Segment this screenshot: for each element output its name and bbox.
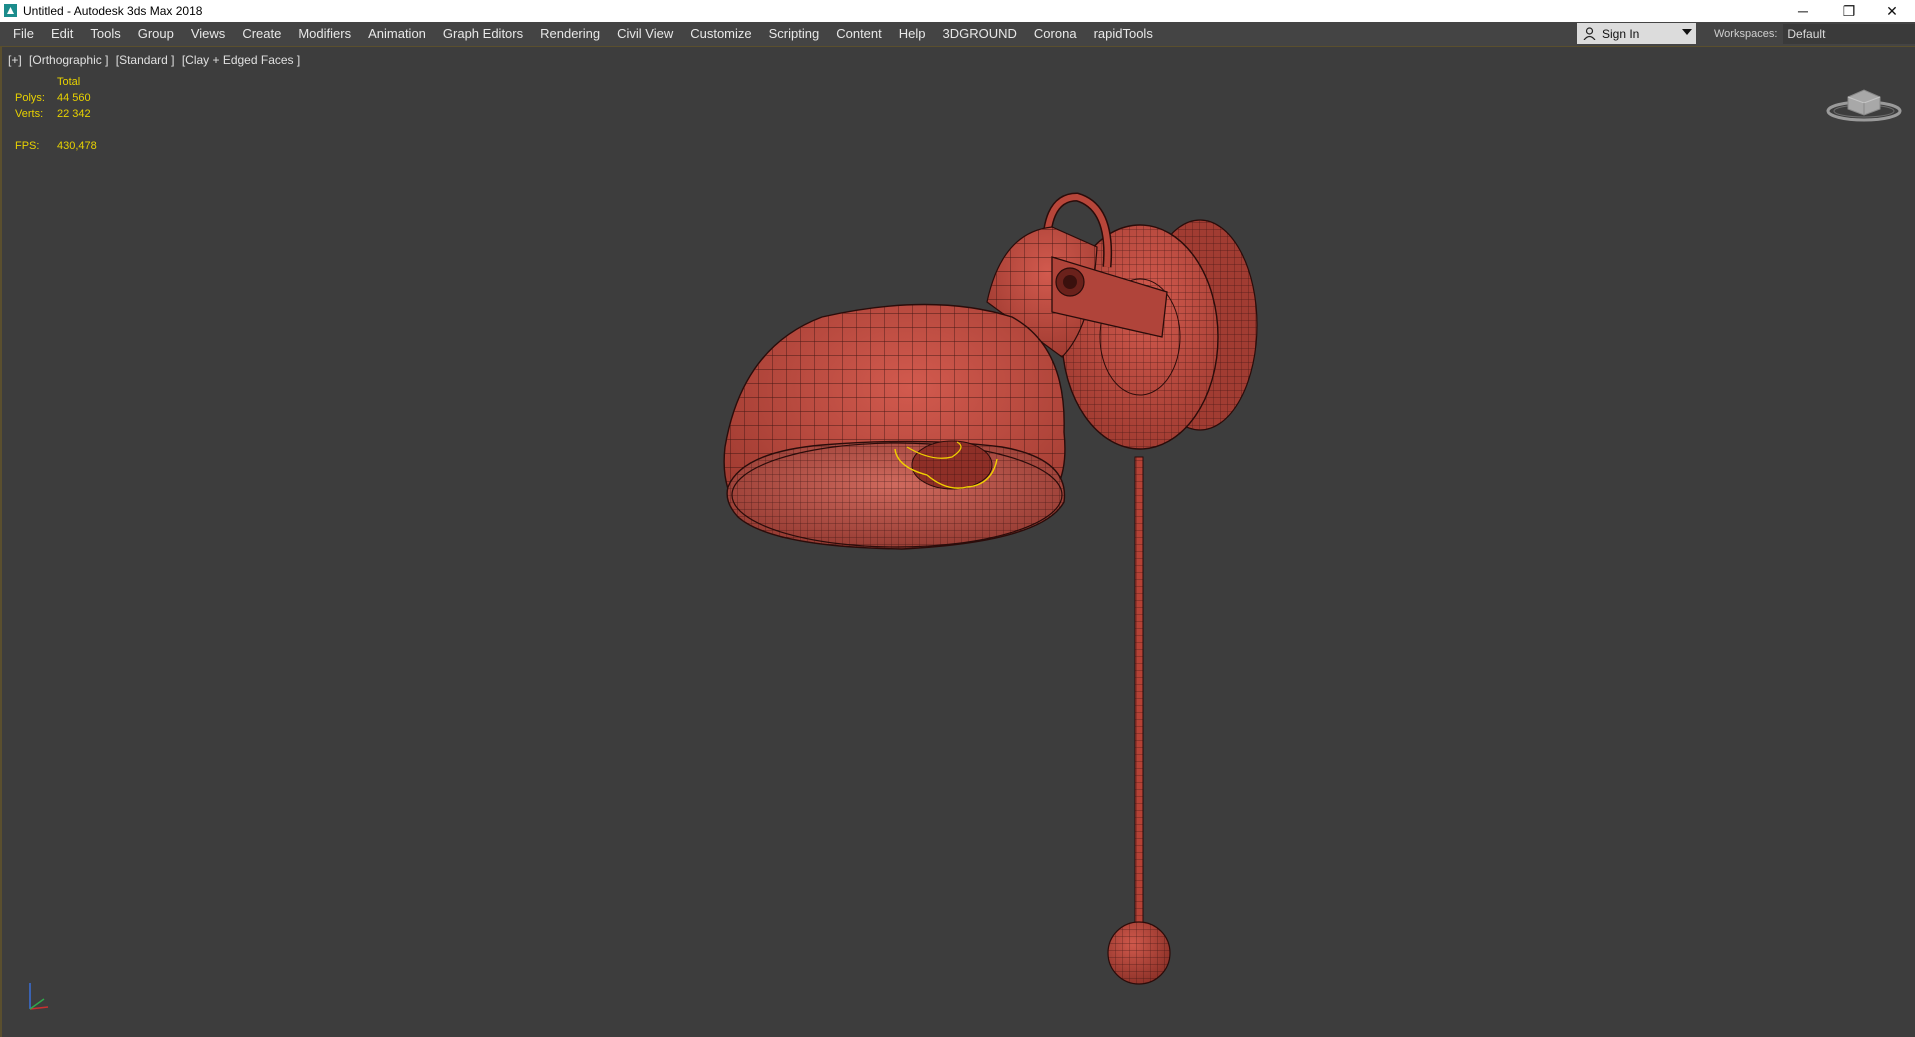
menu-item-views[interactable]: Views [186, 22, 237, 46]
workspaces-label: Workspaces: [1714, 28, 1778, 40]
menu-item-file[interactable]: File [8, 22, 46, 46]
workspaces-value: Default [1787, 27, 1826, 41]
menu-item-group[interactable]: Group [133, 22, 186, 46]
menu-item-create[interactable]: Create [237, 22, 293, 46]
axis-tripod-icon [29, 983, 49, 1010]
sign-in-label: Sign In [1602, 26, 1640, 41]
menu-item-rendering[interactable]: Rendering [535, 22, 612, 46]
perspective-viewport[interactable]: [+] [Orthographic ] [Standard ] [Clay + … [0, 47, 1915, 1037]
lamp-3d-model[interactable] [2, 47, 1915, 1037]
title-bar: Untitled - Autodesk 3ds Max 2018 ─ ❐ ✕ [0, 0, 1915, 22]
menu-item-tools[interactable]: Tools [85, 22, 132, 46]
close-button[interactable]: ✕ [1869, 0, 1915, 22]
chevron-down-icon [1682, 29, 1692, 35]
menu-item-customize[interactable]: Customize [685, 22, 763, 46]
user-icon [1583, 27, 1596, 40]
minimize-button[interactable]: ─ [1780, 0, 1826, 22]
menu-item-corona[interactable]: Corona [1029, 22, 1089, 46]
restore-button[interactable]: ❐ [1826, 0, 1872, 22]
menu-item-modifiers[interactable]: Modifiers [293, 22, 363, 46]
sign-in-button[interactable]: Sign In [1577, 23, 1696, 44]
menu-item-graph-editors[interactable]: Graph Editors [438, 22, 535, 46]
menu-item-scripting[interactable]: Scripting [764, 22, 832, 46]
menu-item-help[interactable]: Help [894, 22, 938, 46]
menu-item-rapidtools[interactable]: rapidTools [1089, 22, 1165, 46]
workspaces-dropdown[interactable]: Default [1783, 24, 1915, 44]
menu-item-content[interactable]: Content [831, 22, 894, 46]
app-icon [4, 4, 17, 17]
menu-item-civil-view[interactable]: Civil View [612, 22, 685, 46]
menu-item-edit[interactable]: Edit [46, 22, 85, 46]
menu-item-animation[interactable]: Animation [363, 22, 438, 46]
menu-items: File Edit Tools Group Views Create Modifiers An… [8, 22, 1165, 46]
menu-item-3dground[interactable]: 3DGROUND [938, 22, 1029, 46]
workspaces-selector: Workspaces: Default [1714, 22, 1915, 46]
window-title: Untitled - Autodesk 3ds Max 2018 [23, 4, 203, 18]
